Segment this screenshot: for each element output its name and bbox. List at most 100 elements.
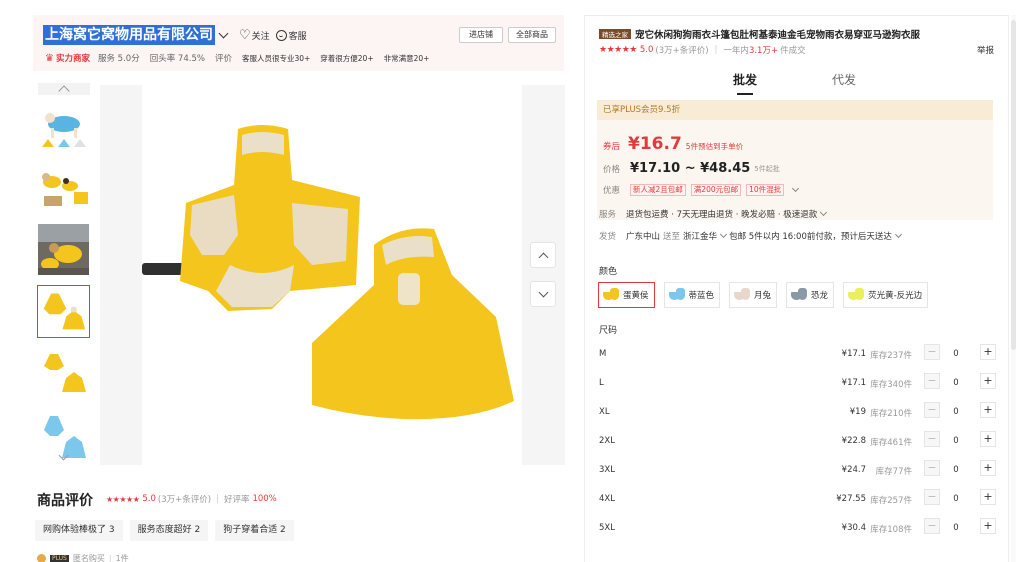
color-option-fluorescent[interactable]: 荧光黄-反光边 bbox=[843, 282, 929, 308]
quantity-decrement-button[interactable]: − bbox=[924, 402, 940, 418]
quantity-value[interactable]: 0 bbox=[950, 407, 962, 417]
quantity-value[interactable]: 0 bbox=[950, 523, 962, 533]
thumbnail-1[interactable] bbox=[37, 98, 90, 151]
size-name: M bbox=[599, 349, 607, 359]
quantity-value[interactable]: 0 bbox=[950, 349, 962, 359]
product-review-count[interactable]: (3万+条评价) bbox=[655, 44, 708, 56]
size-name: 4XL bbox=[599, 494, 615, 504]
quantity-decrement-button[interactable]: − bbox=[924, 518, 940, 534]
promo-tag[interactable]: 10件混批 bbox=[746, 184, 785, 196]
size-stock: 库存340件 bbox=[870, 380, 912, 390]
quantity-decrement-button[interactable]: − bbox=[924, 344, 940, 360]
store-title-row: 上海窝它窝物用品有限公司 ♡ 关注 客服 bbox=[43, 25, 307, 45]
tab-dropship[interactable]: 代发 bbox=[832, 71, 856, 88]
quantity-decrement-button[interactable]: − bbox=[924, 373, 940, 389]
quantity-decrement-button[interactable]: − bbox=[924, 431, 940, 447]
size-name: L bbox=[599, 378, 604, 388]
chevron-down-icon[interactable] bbox=[218, 28, 229, 38]
color-option-egg-yellow[interactable]: 蛋黄侯 bbox=[598, 282, 655, 308]
divider: | bbox=[714, 45, 718, 55]
size-label: 尺码 bbox=[599, 326, 618, 336]
product-title-row: 精选之家 宠它休闲狗狗雨衣斗篷包肚柯基泰迪金毛宠物雨衣易穿亚马逊狗衣服 bbox=[599, 27, 999, 41]
ship-to[interactable]: 浙江金华 bbox=[683, 230, 717, 242]
quantity-value[interactable]: 0 bbox=[950, 378, 962, 388]
price-range: ¥17.10 ~ ¥48.45 bbox=[630, 161, 751, 176]
promo-tag[interactable]: 满200元包邮 bbox=[690, 184, 742, 196]
service-text: 退货包运费 · 7天无理由退货 · 晚发必赔 · 极速退款 bbox=[626, 210, 818, 220]
size-stock: 库存461件 bbox=[870, 438, 912, 448]
thumbnail-scroll-down-button[interactable] bbox=[56, 450, 70, 462]
service-label: 服务 bbox=[599, 210, 617, 220]
reviews-rating: 5.0 bbox=[142, 494, 156, 504]
chevron-down-icon[interactable] bbox=[820, 208, 828, 217]
thumbnail-4[interactable] bbox=[37, 285, 90, 338]
color-option-label: 月兔 bbox=[754, 291, 772, 301]
scrollbar-thumb[interactable] bbox=[1011, 20, 1016, 350]
size-row: M ¥17.1 库存237件 − 0 + bbox=[599, 341, 996, 370]
quantity-increment-button[interactable]: + bbox=[980, 402, 996, 418]
plus-discount-strip: 已享PLUS会员9.5折 bbox=[597, 100, 993, 120]
coupon-note: 5件预估到手单价 bbox=[685, 142, 744, 151]
quantity-increment-button[interactable]: + bbox=[980, 373, 996, 389]
color-option-moon-rabbit[interactable]: 月兔 bbox=[729, 282, 778, 308]
thumbnail-3[interactable] bbox=[37, 223, 90, 276]
promo-tag[interactable]: 新人减2且包邮 bbox=[630, 184, 686, 196]
image-next-button[interactable] bbox=[530, 281, 556, 307]
quantity-value[interactable]: 0 bbox=[950, 436, 962, 446]
ship-text: 包邮 5件以内 16:00前付款，预计后天送达 bbox=[729, 232, 892, 242]
purchase-mode-tabs: 批发 代发 bbox=[585, 71, 1008, 99]
color-option-dinosaur[interactable]: 恐龙 bbox=[786, 282, 835, 308]
store-name[interactable]: 上海窝它窝物用品有限公司 bbox=[43, 25, 215, 45]
product-title: 宠它休闲狗狗雨衣斗篷包肚柯基泰迪金毛宠物雨衣易穿亚马逊狗衣服 bbox=[635, 30, 921, 41]
size-name: 5XL bbox=[599, 523, 615, 533]
promo-label: 优惠 bbox=[603, 186, 621, 196]
thumbnail-scroll-up-button[interactable] bbox=[38, 83, 90, 97]
good-rate-label: 好评率 bbox=[223, 495, 250, 505]
review-tag[interactable]: 网购体验棒极了 3 bbox=[35, 520, 123, 541]
chevron-down-icon[interactable] bbox=[720, 230, 728, 239]
reviewer-name: 匿名购买 bbox=[72, 554, 105, 562]
quantity-decrement-button[interactable]: − bbox=[924, 460, 940, 476]
quantity-increment-button[interactable]: + bbox=[980, 489, 996, 505]
outdoor-dogs-photo bbox=[38, 224, 89, 275]
shop-badge: 精选之家 bbox=[599, 29, 631, 39]
size-stock: 库存108件 bbox=[870, 525, 912, 535]
size-row: L ¥17.1 库存340件 − 0 + bbox=[599, 370, 996, 399]
quantity-decrement-button[interactable]: − bbox=[924, 489, 940, 505]
color-option-blue[interactable]: 蒂蓝色 bbox=[663, 282, 721, 308]
product-info-panel: 精选之家 宠它休闲狗狗雨衣斗篷包肚柯基泰迪金毛宠物雨衣易穿亚马逊狗衣服 ★★★★★… bbox=[584, 15, 1009, 562]
enter-shop-button[interactable]: 进店铺 bbox=[459, 27, 503, 43]
heart-icon: ♡ bbox=[239, 27, 251, 43]
chevron-down-icon[interactable] bbox=[792, 184, 800, 193]
quantity-value[interactable]: 0 bbox=[950, 494, 962, 504]
main-product-image[interactable] bbox=[142, 85, 522, 465]
size-price: ¥17.1 bbox=[841, 349, 866, 359]
thumbnail-2[interactable] bbox=[37, 161, 90, 214]
quantity-increment-button[interactable]: + bbox=[980, 431, 996, 447]
tab-wholesale[interactable]: 批发 bbox=[733, 71, 757, 95]
main-image-area bbox=[100, 85, 565, 465]
review-tag[interactable]: 服务态度超好 2 bbox=[129, 520, 209, 541]
quantity-increment-button[interactable]: + bbox=[980, 460, 996, 476]
color-option-label: 恐龙 bbox=[811, 291, 829, 301]
size-stock: 库存237件 bbox=[870, 351, 912, 361]
promo-row: 优惠 新人减2且包邮 满200元包邮 10件混批 bbox=[603, 184, 801, 196]
thumbnail-5[interactable] bbox=[37, 347, 90, 400]
follow-button[interactable]: ♡ 关注 bbox=[239, 29, 270, 42]
chevron-down-icon[interactable] bbox=[894, 230, 902, 239]
all-products-button[interactable]: 全部商品 bbox=[508, 27, 556, 43]
size-price: ¥24.7 bbox=[841, 465, 866, 475]
customer-service-button[interactable]: 客服 bbox=[275, 29, 307, 42]
report-link[interactable]: 举报 bbox=[977, 44, 994, 56]
star-rating-icon: ★★★★★ bbox=[599, 45, 637, 55]
strength-badge: ♛ 实力商家 bbox=[45, 52, 90, 65]
quantity-value[interactable]: 0 bbox=[950, 465, 962, 475]
image-prev-button[interactable] bbox=[530, 242, 556, 268]
size-price: ¥17.1 bbox=[841, 378, 866, 388]
review-tag[interactable]: 狗子穿着合适 2 bbox=[215, 520, 294, 541]
color-label: 颜色 bbox=[599, 267, 618, 277]
service-score: 服务 5.0分 bbox=[97, 54, 140, 64]
quantity-increment-button[interactable]: + bbox=[980, 518, 996, 534]
sales-suffix: 件成交 bbox=[780, 46, 806, 56]
quantity-increment-button[interactable]: + bbox=[980, 344, 996, 360]
